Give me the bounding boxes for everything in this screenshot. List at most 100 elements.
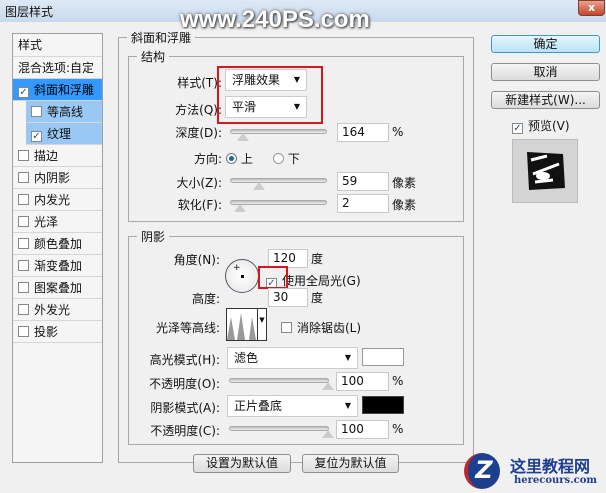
antialias-checkbox[interactable]: 消除锯齿(L) [281, 319, 361, 336]
shadow-color-swatch[interactable] [362, 396, 404, 414]
gloss-contour-label: 光泽等高线: [155, 321, 220, 335]
soften-unit: 像素 [392, 198, 417, 212]
antialias-label: 消除锯齿(L) [297, 321, 362, 335]
logo-en: herecours.com [514, 475, 598, 486]
depth-input[interactable]: 164 [337, 123, 389, 142]
highlight-mode-dropdown[interactable]: 滤色 ▼ [227, 347, 358, 369]
shadow-opacity-slider[interactable] [229, 426, 334, 438]
make-default-button[interactable]: 设置为默认值 [193, 454, 291, 473]
depth-label: 深度(D): [175, 126, 222, 140]
styles-list: 样式 混合选项:自定 ✓ 斜面和浮雕 等高线 ✓ 纹理 描边 内阴影 内发光 光泽 颜色叠加 渐变叠… [12, 33, 103, 463]
checkbox-icon[interactable] [18, 150, 29, 161]
sidebar-item[interactable]: 描边 [13, 145, 102, 167]
depth-unit: % [392, 125, 404, 139]
angle-dial[interactable]: + [225, 259, 259, 293]
sidebar-item-label: 渐变叠加 [34, 259, 83, 273]
highlight-opacity-input[interactable]: 100 [336, 372, 389, 391]
sidebar-item-label: 图案叠加 [34, 281, 83, 295]
altitude-unit: 度 [311, 291, 324, 305]
close-button[interactable]: x [578, 0, 605, 16]
sidebar-item[interactable]: 内发光 [13, 189, 102, 211]
sidebar-item[interactable]: 等高线 [26, 101, 102, 123]
sidebar-item[interactable]: 图案叠加 [13, 277, 102, 299]
checkbox-icon[interactable] [18, 216, 29, 227]
ok-button[interactable]: 确定 [491, 35, 600, 53]
shadow-mode-value: 正片叠底 [234, 399, 283, 413]
percent-unit: % [392, 374, 404, 388]
logo-cn: 这里教程网 [510, 457, 591, 476]
chevron-down-icon: ▼ [344, 353, 351, 362]
highlight-color-swatch[interactable] [362, 348, 404, 366]
window-title: 图层样式 [5, 5, 54, 19]
checkbox-icon[interactable]: ✓ [31, 131, 42, 142]
sidebar-item-label: 光泽 [34, 215, 59, 229]
preview-label: 预览(V) [528, 119, 570, 133]
percent-unit: % [392, 422, 404, 436]
depth-slider[interactable] [230, 129, 327, 141]
checkbox-icon: ✓ [512, 123, 523, 134]
chevron-down-icon: ▼ [257, 309, 266, 340]
chevron-down-icon: ▼ [344, 401, 351, 410]
soften-label: 软化(F): [177, 198, 222, 212]
soften-slider[interactable] [230, 200, 327, 212]
crosshair-icon: + [233, 263, 241, 273]
checkbox-icon[interactable] [18, 282, 29, 293]
gloss-contour-picker[interactable]: ▼ [226, 308, 267, 341]
highlight-opacity-slider[interactable] [229, 378, 334, 390]
slider-thumb[interactable] [322, 430, 334, 438]
size-slider[interactable] [230, 178, 327, 190]
checkbox-icon[interactable]: ✓ [18, 87, 29, 98]
sidebar-item-label: 斜面和浮雕 [34, 83, 95, 97]
cancel-button[interactable]: 取消 [491, 63, 600, 81]
direction-label: 方向: [193, 152, 222, 166]
sidebar-item[interactable]: 渐变叠加 [13, 255, 102, 277]
checkbox-icon[interactable] [31, 106, 42, 117]
slider-thumb[interactable] [234, 204, 246, 212]
checkbox-icon[interactable] [18, 260, 29, 271]
sidebar-item[interactable]: 投影 [13, 321, 102, 343]
direction-up-label: 上 [240, 152, 253, 166]
soften-input[interactable]: 2 [337, 194, 389, 213]
altitude-input[interactable]: 30 [268, 288, 308, 307]
slider-thumb[interactable] [322, 382, 334, 390]
shadow-mode-dropdown[interactable]: 正片叠底 ▼ [227, 395, 358, 417]
logo-z-icon: Z [464, 453, 500, 489]
sidebar-item[interactable]: 光泽 [13, 211, 102, 233]
watermark: www.240PS.com [180, 6, 370, 33]
new-style-button[interactable]: 新建样式(W)... [491, 91, 600, 109]
shadow-opacity-input[interactable]: 100 [336, 420, 389, 439]
checkbox-icon[interactable] [18, 172, 29, 183]
checkbox-icon[interactable] [18, 238, 29, 249]
direction-down-radio[interactable]: 下 [273, 150, 300, 167]
shading-title: 阴影 [137, 228, 170, 245]
sidebar-item[interactable]: ✓ 纹理 [26, 123, 102, 145]
radio-icon [273, 153, 284, 164]
direction-up-radio[interactable]: 上 [226, 150, 253, 167]
sidebar-item[interactable]: 颜色叠加 [13, 233, 102, 255]
preview-checkbox[interactable]: ✓ 预览(V) [512, 117, 570, 134]
checkbox-icon[interactable] [18, 194, 29, 205]
size-label: 大小(Z): [176, 176, 222, 190]
contour-preview-icon [227, 313, 256, 340]
highlight-mode-value: 滤色 [234, 351, 259, 365]
site-logo: Z 这里教程网 herecours.com [460, 449, 606, 493]
sidebar-item[interactable]: 外发光 [13, 299, 102, 321]
sidebar-item-label: 外发光 [34, 303, 71, 317]
angle-label: 角度(N): [173, 253, 220, 267]
checkbox-icon[interactable] [18, 326, 29, 337]
blending-options[interactable]: 混合选项:自定 [13, 57, 102, 79]
slider-thumb[interactable] [253, 182, 265, 190]
size-input[interactable]: 59 [337, 172, 389, 191]
highlight-box [217, 66, 323, 124]
opacity2-label: 不透明度(C): [150, 424, 220, 438]
slider-thumb[interactable] [237, 133, 249, 141]
checkbox-icon[interactable] [18, 304, 29, 315]
sidebar-item[interactable]: 内阴影 [13, 167, 102, 189]
preview-thumbnail [512, 139, 578, 203]
sidebar-item-label: 内发光 [34, 193, 71, 207]
reset-default-button[interactable]: 复位为默认值 [302, 454, 399, 473]
highlight-mode-label: 高光模式(H): [149, 353, 220, 367]
structure-title: 结构 [137, 48, 170, 65]
sidebar-item[interactable]: ✓ 斜面和浮雕 [13, 79, 102, 101]
preview-image-icon [527, 152, 565, 190]
